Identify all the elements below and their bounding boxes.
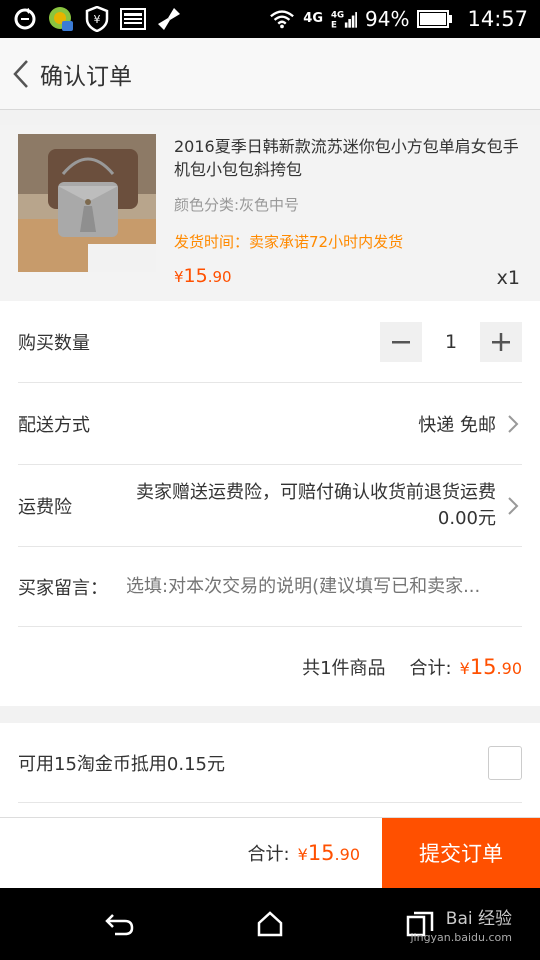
svg-text:4G: 4G — [331, 10, 344, 20]
news-icon — [120, 6, 146, 32]
cleaner-broom-icon — [156, 6, 182, 32]
coin-discount-row[interactable]: 可用15淘金币抵用0.15元 — [18, 723, 522, 803]
nav-home-button[interactable] — [250, 906, 290, 942]
coin-discount-label: 可用15淘金币抵用0.15元 — [18, 753, 225, 775]
quantity-row: 购买数量 1 — [18, 301, 522, 383]
buyer-message-row: 买家留言： — [18, 547, 522, 627]
battery-percent: 94% — [365, 7, 410, 31]
shipping-insurance-label: 运费险 — [18, 496, 72, 518]
quantity-label: 购买数量 — [18, 332, 90, 354]
wifi-icon — [269, 6, 295, 32]
clock: 14:57 — [467, 7, 528, 31]
nav-back-button[interactable] — [100, 906, 140, 942]
plus-icon — [492, 332, 510, 351]
submit-order-button[interactable]: 提交订单 — [382, 817, 540, 889]
product-title: 2016夏季日韩新款流苏迷你包小方包单肩女包手机包小包包斜挎包 — [174, 137, 519, 179]
checkout-total: 合计: ¥15.90 — [248, 840, 360, 866]
buyer-message-label: 买家留言： — [18, 577, 108, 599]
quantity-value[interactable]: 1 — [422, 331, 480, 353]
chevron-right-icon — [504, 494, 522, 518]
shipping-insurance-value: 卖家赠送运费险，可赔付确认收货前退货运费0.00元 — [136, 481, 496, 529]
coin-checkbox[interactable] — [488, 745, 522, 780]
increase-button[interactable] — [480, 321, 522, 362]
svg-text:E: E — [331, 21, 337, 31]
svg-text:¥: ¥ — [94, 13, 101, 26]
sync-icon — [12, 6, 38, 32]
app-notification-icon — [48, 6, 74, 32]
checkout-total-price: ¥15.90 — [297, 841, 360, 865]
page-header: 确认订单 — [0, 38, 540, 110]
watermark-url: jingyan.baidu.com — [410, 931, 512, 944]
delivery-label: 配送方式 — [18, 414, 90, 436]
item-count: 共1件商品 — [302, 657, 386, 679]
system-nav-bar: Bai 经验 jingyan.baidu.com — [0, 888, 540, 960]
product-spec: 颜色分类:灰色中号 — [174, 196, 300, 214]
order-total-row: 共1件商品 合计: ¥15.90 — [18, 627, 522, 706]
status-bar: ¥ 4G 4G E 94% 14:57 — [0, 0, 540, 38]
total-price: ¥15.90 — [459, 654, 522, 679]
order-details-card: 购买数量 1 配送方式 快递 免邮 运费险 卖家赠送运费险，可赔付确认收货前退货… — [0, 301, 540, 706]
quantity-stepper: 1 — [380, 321, 522, 362]
buyer-message-input[interactable] — [126, 576, 522, 597]
yuan-shield-icon: ¥ — [84, 6, 110, 32]
chevron-right-icon — [504, 412, 522, 436]
delivery-row[interactable]: 配送方式 快递 免邮 — [18, 383, 522, 465]
chevron-left-icon — [13, 59, 28, 88]
minus-icon — [392, 340, 410, 343]
checkout-total-label: 合计: — [247, 844, 290, 865]
signal-icon: 4G E — [331, 6, 358, 32]
page-title: 确认订单 — [40, 63, 132, 90]
delivery-value: 快递 免邮 — [418, 414, 496, 436]
shipping-insurance-row[interactable]: 运费险 卖家赠送运费险，可赔付确认收货前退货运费0.00元 — [18, 465, 522, 547]
product-ship-time: 发货时间：卖家承诺72小时内发货 — [174, 233, 404, 251]
watermark: Bai 经验 jingyan.baidu.com — [410, 904, 512, 944]
product-item[interactable]: 2016夏季日韩新款流苏迷你包小方包单肩女包手机包小包包斜挎包 颜色分类:灰色中… — [0, 125, 540, 301]
checkout-bar: 合计: ¥15.90 提交订单 — [0, 817, 540, 889]
total-label: 合计: — [409, 657, 452, 679]
product-quantity: x1 — [496, 267, 520, 289]
product-price: ¥15.90 — [174, 265, 232, 287]
battery-icon — [417, 6, 453, 32]
network-type-label: 4G — [303, 11, 324, 26]
decrease-button[interactable] — [380, 321, 422, 362]
watermark-brand: Bai 经验 — [445, 909, 512, 929]
product-image[interactable] — [18, 134, 156, 272]
back-arrow-icon — [105, 914, 134, 936]
coin-card: 可用15淘金币抵用0.15元 — [0, 723, 540, 818]
home-icon — [257, 911, 283, 937]
back-button[interactable] — [2, 38, 40, 110]
